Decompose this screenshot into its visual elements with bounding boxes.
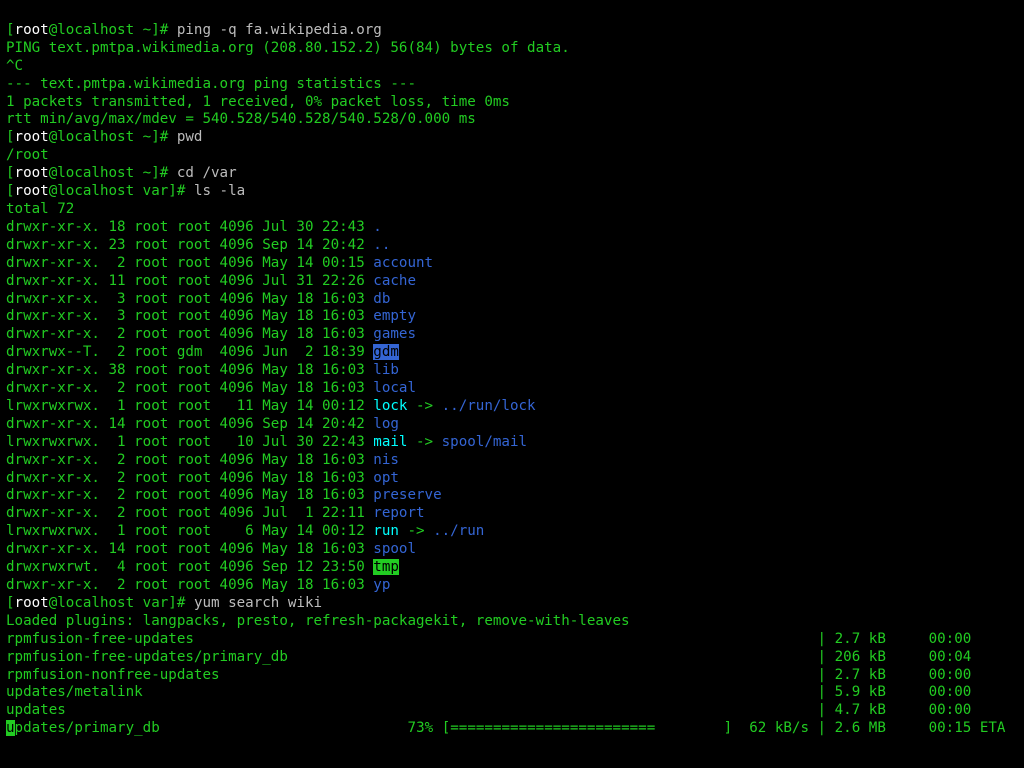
ls-row: drwxr-xr-x. 3 root root 4096 May 18 16:0… bbox=[6, 308, 1018, 326]
cmd-ping: [root@localhost ~]# ping -q fa.wikipedia… bbox=[6, 22, 1018, 40]
ls-row: drwxr-xr-x. 23 root root 4096 Sep 14 20:… bbox=[6, 237, 1018, 255]
cmd-yum: [root@localhost var]# yum search wiki bbox=[6, 595, 1018, 613]
ping-output: 1 packets transmitted, 1 received, 0% pa… bbox=[6, 94, 1018, 112]
ls-row: drwxr-xr-x. 18 root root 4096 Jul 30 22:… bbox=[6, 219, 1018, 237]
ls-row: drwxr-xr-x. 2 root root 4096 May 18 16:0… bbox=[6, 452, 1018, 470]
pwd-output: /root bbox=[6, 147, 1018, 165]
yum-repo-row: rpmfusion-nonfree-updates| 2.7 kB 00:00 bbox=[6, 667, 1018, 685]
ls-row: drwxr-xr-x. 2 root root 4096 May 18 16:0… bbox=[6, 487, 1018, 505]
ls-row: lrwxrwxrwx. 1 root root 10 Jul 30 22:43 … bbox=[6, 434, 1018, 452]
ls-row: drwxr-xr-x. 2 root root 4096 May 18 16:0… bbox=[6, 470, 1018, 488]
ping-output: PING text.pmtpa.wikimedia.org (208.80.15… bbox=[6, 40, 1018, 58]
ping-output: rtt min/avg/max/mdev = 540.528/540.528/5… bbox=[6, 111, 1018, 129]
cmd-ls: [root@localhost var]# ls -la bbox=[6, 183, 1018, 201]
ls-row: drwxr-xr-x. 2 root root 4096 May 14 00:1… bbox=[6, 255, 1018, 273]
ls-row: drwxr-xr-x. 2 root root 4096 May 18 16:0… bbox=[6, 380, 1018, 398]
yum-repo-row: updates| 4.7 kB 00:00 bbox=[6, 702, 1018, 720]
cmd-pwd: [root@localhost ~]# pwd bbox=[6, 129, 1018, 147]
ls-row: drwxr-xr-x. 38 root root 4096 May 18 16:… bbox=[6, 362, 1018, 380]
ls-row: drwxr-xr-x. 14 root root 4096 Sep 14 20:… bbox=[6, 416, 1018, 434]
yum-plugins: Loaded plugins: langpacks, presto, refre… bbox=[6, 613, 1018, 631]
ls-total: total 72 bbox=[6, 201, 1018, 219]
ls-row: drwxr-xr-x. 2 root root 4096 May 18 16:0… bbox=[6, 577, 1018, 595]
ls-row: drwxr-xr-x. 11 root root 4096 Jul 31 22:… bbox=[6, 273, 1018, 291]
yum-repo-row: rpmfusion-free-updates/primary_db| 206 k… bbox=[6, 649, 1018, 667]
ls-row: drwxrwxrwt. 4 root root 4096 Sep 12 23:5… bbox=[6, 559, 1018, 577]
cursor-icon: u bbox=[6, 720, 15, 736]
yum-progress: updates/primary_db73% [=================… bbox=[6, 720, 1018, 738]
ping-output: ^C bbox=[6, 58, 1018, 76]
ls-row: drwxrwx--T. 2 root gdm 4096 Jun 2 18:39 … bbox=[6, 344, 1018, 362]
ls-row: drwxr-xr-x. 2 root root 4096 Jul 1 22:11… bbox=[6, 505, 1018, 523]
ping-output: --- text.pmtpa.wikimedia.org ping statis… bbox=[6, 76, 1018, 94]
ls-row: drwxr-xr-x. 2 root root 4096 May 18 16:0… bbox=[6, 326, 1018, 344]
cmd-cd: [root@localhost ~]# cd /var bbox=[6, 165, 1018, 183]
yum-repo-row: rpmfusion-free-updates| 2.7 kB 00:00 bbox=[6, 631, 1018, 649]
yum-repo-row: updates/metalink| 5.9 kB 00:00 bbox=[6, 684, 1018, 702]
ls-row: drwxr-xr-x. 14 root root 4096 May 18 16:… bbox=[6, 541, 1018, 559]
terminal-root[interactable]: [root@localhost ~]# ping -q fa.wikipedia… bbox=[0, 0, 1024, 760]
ls-row: drwxr-xr-x. 3 root root 4096 May 18 16:0… bbox=[6, 291, 1018, 309]
ls-row: lrwxrwxrwx. 1 root root 11 May 14 00:12 … bbox=[6, 398, 1018, 416]
ls-row: lrwxrwxrwx. 1 root root 6 May 14 00:12 r… bbox=[6, 523, 1018, 541]
